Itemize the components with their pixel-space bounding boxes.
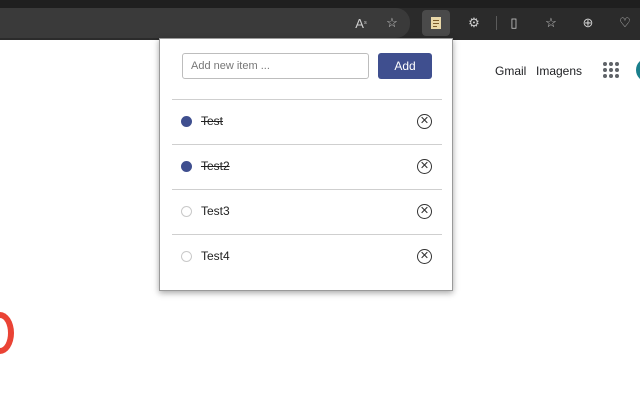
todo-extension-popup: Add Test ✕ Test2 ✕ Test3 ✕ Test4 ✕ bbox=[159, 38, 453, 291]
new-item-input[interactable] bbox=[182, 53, 369, 79]
add-button[interactable]: Add bbox=[378, 53, 432, 79]
avatar[interactable] bbox=[636, 58, 640, 82]
list-item: Test ✕ bbox=[172, 99, 442, 144]
google-logo-fragment bbox=[0, 312, 14, 354]
browser-essentials-icon[interactable]: ♡ bbox=[611, 10, 639, 36]
item-checkbox[interactable] bbox=[181, 161, 192, 172]
todo-list: Test ✕ Test2 ✕ Test3 ✕ Test4 ✕ bbox=[172, 99, 442, 279]
item-text: Test3 bbox=[201, 204, 230, 218]
toolbar-divider bbox=[496, 16, 497, 30]
extension-todo-icon[interactable] bbox=[422, 10, 450, 36]
list-item: Test4 ✕ bbox=[172, 234, 442, 279]
delete-icon[interactable]: ✕ bbox=[417, 249, 432, 264]
item-text: Test2 bbox=[201, 159, 230, 173]
delete-icon[interactable]: ✕ bbox=[417, 204, 432, 219]
item-text: Test4 bbox=[201, 249, 230, 263]
images-link[interactable]: Imagens bbox=[536, 64, 582, 78]
list-item: Test3 ✕ bbox=[172, 189, 442, 234]
split-screen-icon[interactable]: ▯ bbox=[500, 10, 528, 36]
collections-icon[interactable]: ⊕ bbox=[574, 10, 602, 36]
browser-toolbar: Aˢ ☆ ⚙ ▯ ☆ ⊕ ♡ bbox=[0, 0, 640, 40]
delete-icon[interactable]: ✕ bbox=[417, 159, 432, 174]
item-text: Test bbox=[201, 114, 224, 128]
item-checkbox[interactable] bbox=[181, 251, 192, 262]
gmail-link[interactable]: Gmail bbox=[495, 64, 526, 78]
delete-icon[interactable]: ✕ bbox=[417, 114, 432, 129]
apps-grid-icon[interactable] bbox=[603, 62, 619, 78]
item-checkbox[interactable] bbox=[181, 206, 192, 217]
list-item: Test2 ✕ bbox=[172, 144, 442, 189]
item-checkbox[interactable] bbox=[181, 116, 192, 127]
favorites-list-icon[interactable]: ☆ bbox=[537, 10, 565, 36]
favorite-star-icon[interactable]: ☆ bbox=[378, 10, 406, 36]
read-aloud-icon[interactable]: Aˢ bbox=[347, 10, 375, 36]
tab-strip bbox=[0, 0, 640, 8]
extensions-puzzle-icon[interactable]: ⚙ bbox=[460, 10, 488, 36]
